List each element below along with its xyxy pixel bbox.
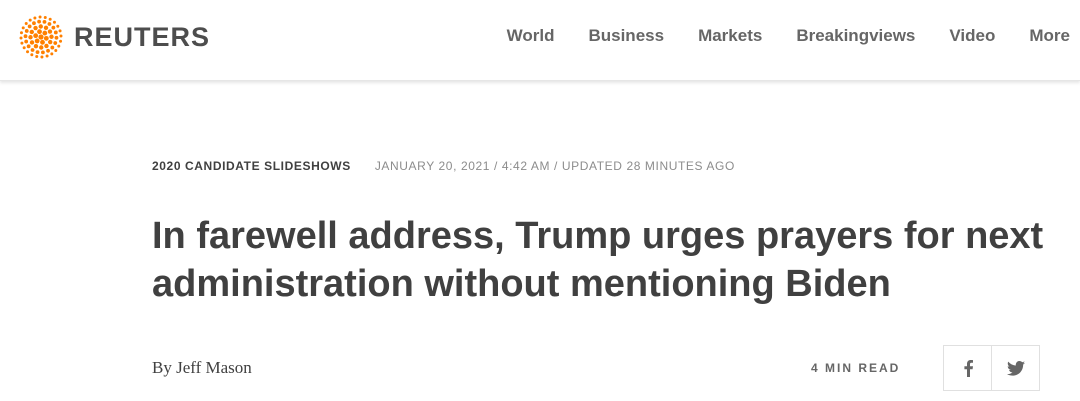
article-dateline: JANUARY 20, 2021 / 4:42 AM / UPDATED 28 … bbox=[374, 159, 735, 173]
facebook-icon bbox=[963, 360, 973, 377]
main-nav: World Business Markets Breakingviews Vid… bbox=[473, 26, 1070, 46]
facebook-share-button[interactable] bbox=[944, 346, 991, 390]
nav-item-breakingviews[interactable]: Breakingviews bbox=[796, 26, 915, 46]
twitter-share-button[interactable] bbox=[991, 346, 1039, 390]
reuters-logo-icon bbox=[19, 15, 63, 59]
reuters-logo-link[interactable]: REUTERS bbox=[18, 14, 210, 60]
byline-prefix: By bbox=[152, 358, 172, 377]
author-link[interactable]: Jeff Mason bbox=[176, 358, 252, 377]
nav-item-business[interactable]: Business bbox=[588, 26, 664, 46]
read-time: 4 MIN READ bbox=[811, 361, 901, 375]
article-meta: 2020 CANDIDATE SLIDESHOWS JANUARY 20, 20… bbox=[152, 159, 735, 173]
nav-item-video[interactable]: Video bbox=[949, 26, 995, 46]
site-header: REUTERS World Business Markets Breakingv… bbox=[0, 0, 1080, 81]
nav-item-more[interactable]: More bbox=[1029, 26, 1070, 46]
nav-item-markets[interactable]: Markets bbox=[698, 26, 762, 46]
twitter-icon bbox=[1006, 360, 1025, 376]
brand-name: REUTERS bbox=[74, 21, 211, 52]
article-byline: By Jeff Mason bbox=[152, 358, 252, 378]
share-buttons bbox=[943, 345, 1040, 391]
article-headline: In farewell address, Trump urges prayers… bbox=[152, 215, 1044, 305]
section-link[interactable]: 2020 CANDIDATE SLIDESHOWS bbox=[152, 159, 351, 173]
nav-item-world[interactable]: World bbox=[507, 26, 555, 46]
